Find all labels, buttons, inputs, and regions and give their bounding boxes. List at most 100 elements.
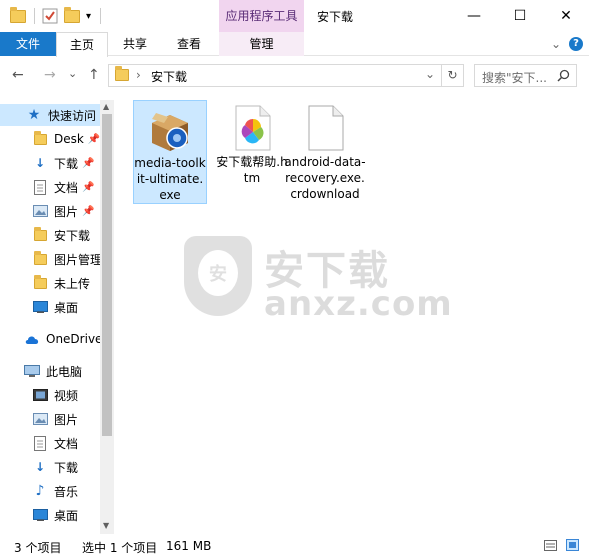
folder-icon [115,66,129,81]
forward-button[interactable]: → [44,67,56,83]
customize-toolbar-icon[interactable]: ▾ [86,6,91,26]
tab-file[interactable]: 文件 [0,32,56,56]
selection-count: 选中 1 个项目 [82,541,158,555]
recent-locations-button[interactable]: ⌄ [68,67,77,80]
nav-label: 文档 [54,436,79,451]
nav-label: 文档 [54,180,79,195]
nav-item-documents-pinned[interactable]: 文档 📌 [0,176,100,198]
tab-manage[interactable]: 管理 [219,32,304,56]
nav-item-pictures-pinned[interactable]: 图片 📌 [0,200,100,222]
document-icon [32,179,48,195]
blank-file-icon [301,104,349,152]
nav-item-documents[interactable]: 文档 [0,432,100,454]
nav-label: 图片管理 [54,252,103,267]
nav-label: 未上传 [54,276,91,291]
download-icon: ↓ [34,156,46,170]
nav-label: 图片 [54,412,79,427]
nav-item-pictures[interactable]: 图片 [0,408,100,430]
download-icon: ↓ [34,460,46,474]
folder-icon [32,130,48,147]
nav-item-videos[interactable]: 视频 [0,384,100,406]
properties-icon[interactable] [42,6,58,26]
expand-ribbon-icon[interactable]: ⌄ [551,37,561,51]
file-name: media-toolkit-ultimate.exe [134,156,206,202]
window-title: 安下载 [317,10,354,24]
pin-icon: 📌 [82,181,95,193]
nav-label: 下载 [54,156,79,171]
nav-scrollbar-thumb[interactable] [102,114,112,436]
new-folder-icon[interactable] [64,6,80,26]
shield-icon: 安 [184,236,252,316]
document-icon [32,435,48,451]
pin-icon: 📌 [82,157,95,169]
nav-label: 快速访问 [48,108,97,123]
pictures-icon [32,411,48,427]
address-dropdown-icon[interactable]: ⌄ [425,67,435,81]
folder-icon [32,274,48,291]
nav-label: 桌面 [54,508,79,523]
nav-item-picture-manager[interactable]: 图片管理 [0,248,103,270]
file-name: android-data-recovery.exe.crdownload [284,155,366,201]
back-button[interactable]: ← [12,67,24,83]
folder-icon [10,6,26,26]
nav-item-not-uploaded[interactable]: 未上传 [0,272,100,294]
maximize-button[interactable]: ☐ [497,0,543,32]
title-bar: ▾ 应用程序工具 安下载 — ☐ ✕ [0,0,589,32]
file-item[interactable]: android-data-recovery.exe.crdownload [284,100,366,204]
minimize-button[interactable]: — [451,0,497,32]
tab-home[interactable]: 主页 [56,32,108,57]
video-icon [32,387,48,403]
desktop-icon [32,507,48,523]
nav-item-music[interactable]: ♪ 音乐 [0,480,100,502]
nav-item-desktop[interactable]: 桌面 [0,296,100,318]
nav-quick-access[interactable]: ★ 快速访问 [0,104,100,126]
star-icon: ★ [27,107,41,123]
nav-item-downloads-pinned[interactable]: ↓ 下载 📌 [0,152,100,174]
item-count: 3 个项目 [14,541,62,555]
file-item[interactable]: media-toolkit-ultimate.exe [133,100,207,204]
tab-view[interactable]: 查看 [162,32,216,56]
installer-box-icon [146,105,194,153]
watermark-en: anxz.com [264,284,453,324]
breadcrumb-chevron-icon[interactable]: › [136,68,141,82]
file-item[interactable]: 安下载帮助.htm [215,100,289,204]
search-input[interactable]: 搜索"安下... [474,64,577,87]
refresh-button[interactable]: ↻ [441,65,463,86]
photos-app-icon [228,104,276,152]
nav-label: 音乐 [54,484,79,499]
large-icons-view-icon[interactable] [566,539,579,554]
details-view-icon[interactable] [544,540,557,554]
up-button[interactable]: ↑ [88,67,100,83]
desktop-icon [32,299,48,315]
nav-onedrive[interactable]: OneDrive [0,328,103,350]
folder-icon [32,226,48,243]
cloud-icon [24,331,40,347]
nav-this-pc[interactable]: 此电脑 [0,360,100,382]
music-icon: ♪ [35,483,45,499]
search-placeholder: 搜索"安下... [482,71,547,85]
scroll-up-arrow[interactable]: ▲ [103,102,109,111]
nav-item-desktop-pc[interactable]: 桌面 [0,504,100,526]
nav-label: 图片 [54,204,79,219]
ribbon-tabs: 文件 主页 共享 查看 管理 ⌄ ? [0,32,589,57]
breadcrumb[interactable]: 安下载 [151,68,187,85]
pin-icon: 📌 [87,133,101,145]
nav-item-downloads[interactable]: ↓ 下载 [0,456,100,478]
nav-label: 安下载 [54,228,91,243]
scroll-down-arrow[interactable]: ▼ [103,521,109,530]
tab-share[interactable]: 共享 [110,32,160,56]
divider [34,8,35,24]
search-icon[interactable] [557,69,570,85]
nav-label: OneDrive [46,332,103,346]
nav-item-anxiazai[interactable]: 安下载 [0,224,100,246]
help-icon[interactable]: ? [569,37,583,51]
status-bar: 3 个项目 选中 1 个项目 161 MB [0,534,589,558]
nav-label: 桌面 [54,300,79,315]
nav-item-desktop-pinned[interactable]: Desk 📌 [0,128,100,150]
computer-icon [24,363,40,379]
divider [100,8,101,24]
close-button[interactable]: ✕ [543,0,589,32]
nav-label: 此电脑 [46,364,83,379]
nav-label: 下载 [54,460,79,475]
address-bar[interactable]: › 安下载 ⌄ ↻ [108,64,464,87]
